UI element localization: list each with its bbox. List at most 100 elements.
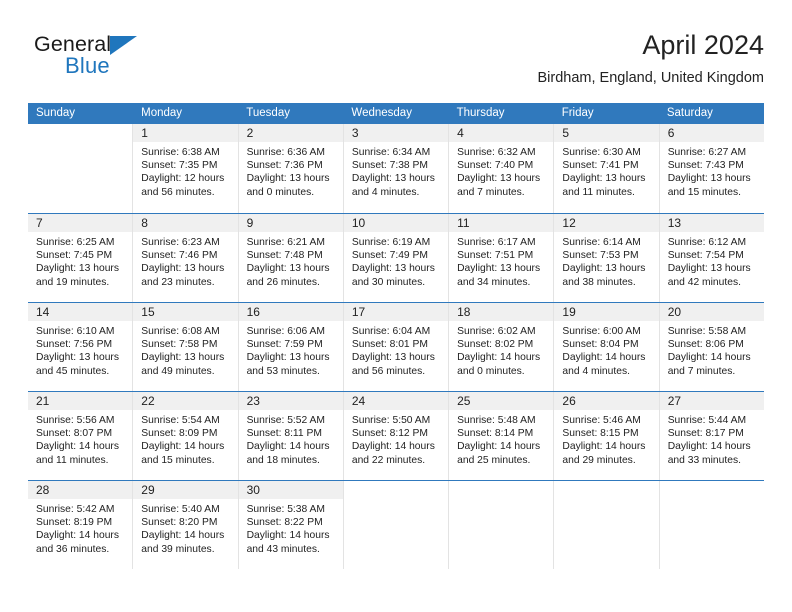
day-detail-line: Sunset: 8:11 PM (246, 428, 322, 440)
day-cell[interactable]: 7 Sunrise: 6:25 AM Sunset: 7:45 PM Daylight… (28, 214, 134, 302)
day-cell[interactable]: 20 Sunrise: 5:58 AM Sunset: 8:06 PM Dayligh… (659, 303, 764, 391)
day-detail-line: Sunrise: 5:56 AM (36, 415, 115, 426)
day-cell[interactable]: 30 Sunrise: 5:38 AM Sunset: 8:22 PM Dayligh… (238, 481, 344, 569)
weekday-header-wednesday: Wednesday (351, 107, 412, 119)
day-details: Sunrise: 6:21 AM Sunset: 7:48 PM Daylight:… (239, 232, 343, 289)
day-cell[interactable]: 12 Sunrise: 6:14 AM Sunset: 7:53 PM Dayligh… (554, 214, 660, 302)
day-cell[interactable]: 2 Sunrise: 6:36 AM Sunset: 7:36 PM Daylight… (238, 124, 344, 213)
day-detail-line: Daylight: 13 hours (457, 173, 541, 185)
day-cell[interactable]: 10 Sunrise: 6:19 AM Sunset: 7:49 PM Dayligh… (343, 214, 450, 302)
day-cell[interactable]: 29 Sunrise: 5:40 AM Sunset: 8:20 PM Dayligh… (133, 481, 239, 569)
day-cell[interactable]: 25 Sunrise: 5:48 AM Sunset: 8:14 PM Dayligh… (449, 392, 555, 480)
day-number-band (28, 124, 133, 142)
day-number: 2 (246, 126, 254, 140)
day-detail-line: Daylight: 13 hours (246, 352, 330, 364)
day-detail-line: Sunset: 8:09 PM (141, 428, 218, 440)
day-detail-line: Sunset: 8:04 PM (562, 339, 639, 351)
day-cell[interactable]: 14 Sunrise: 6:10 AM Sunset: 7:56 PM Dayligh… (28, 303, 134, 391)
week-row: 1 Sunrise: 6:38 AM Sunset: 7:35 PM Daylight… (28, 124, 764, 213)
day-details: Sunrise: 5:40 AM Sunset: 8:20 PM Daylight:… (133, 499, 237, 556)
calendar-page: General Blue April 2024 Birdham, England… (0, 0, 792, 612)
day-detail-line: Sunset: 7:54 PM (667, 250, 744, 262)
day-detail-line: Sunrise: 5:44 AM (667, 415, 747, 426)
day-cell[interactable]: 11 Sunrise: 6:17 AM Sunset: 7:51 PM Dayligh… (449, 214, 555, 302)
day-detail-line: Daylight: 14 hours (562, 441, 646, 453)
day-number: 4 (457, 126, 464, 140)
day-cell[interactable]: 6 Sunrise: 6:27 AM Sunset: 7:43 PM Daylight… (659, 124, 764, 213)
day-number-band (343, 481, 449, 499)
day-number: 14 (36, 305, 50, 319)
day-detail-line: Daylight: 14 hours (562, 352, 646, 364)
day-detail-line: Sunrise: 5:50 AM (351, 415, 431, 426)
day-detail-line: Daylight: 13 hours (141, 263, 225, 275)
day-cell[interactable]: 1 Sunrise: 6:38 AM Sunset: 7:35 PM Daylight… (133, 124, 239, 213)
logo-text-blue: Blue (65, 53, 110, 78)
day-details: Sunrise: 6:14 AM Sunset: 7:53 PM Daylight:… (554, 232, 658, 289)
day-detail-line: Sunrise: 6:17 AM (457, 237, 536, 248)
day-detail-line: Daylight: 14 hours (36, 530, 119, 542)
day-cell[interactable]: 8 Sunrise: 6:23 AM Sunset: 7:46 PM Daylight… (133, 214, 239, 302)
day-detail-line: and 4 minutes. (351, 186, 420, 198)
day-details: Sunrise: 6:30 AM Sunset: 7:41 PM Daylight:… (554, 142, 658, 199)
day-details: Sunrise: 6:02 AM Sunset: 8:02 PM Daylight:… (449, 321, 553, 378)
day-cell[interactable]: 19 Sunrise: 6:00 AM Sunset: 8:04 PM Dayligh… (554, 303, 660, 391)
day-number: 3 (351, 126, 359, 140)
day-cell[interactable]: 18 Sunrise: 6:02 AM Sunset: 8:02 PM Dayligh… (449, 303, 555, 391)
day-details: Sunrise: 5:46 AM Sunset: 8:15 PM Daylight:… (554, 410, 658, 467)
day-cell[interactable]: 28 Sunrise: 5:42 AM Sunset: 8:19 PM Dayligh… (28, 481, 134, 569)
day-details: Sunrise: 6:32 AM Sunset: 7:40 PM Daylight:… (449, 142, 553, 199)
day-detail-line: Sunrise: 6:10 AM (36, 326, 115, 337)
day-detail-line: and 15 minutes. (667, 186, 741, 198)
day-detail-line: and 56 minutes. (141, 186, 215, 198)
day-cell[interactable]: 3 Sunrise: 6:34 AM Sunset: 7:38 PM Daylight… (343, 124, 450, 213)
day-detail-line: Daylight: 13 hours (667, 263, 751, 275)
day-cell[interactable]: 17 Sunrise: 6:04 AM Sunset: 8:01 PM Dayligh… (343, 303, 450, 391)
day-number-band: 30 (238, 481, 343, 499)
day-cell[interactable]: 16 Sunrise: 6:06 AM Sunset: 7:59 PM Dayligh… (238, 303, 344, 391)
day-number: 25 (457, 394, 471, 408)
day-number: 20 (667, 305, 682, 319)
day-detail-line: and 56 minutes. (351, 365, 426, 377)
day-cell[interactable]: 21 Sunrise: 5:56 AM Sunset: 8:07 PM Dayligh… (28, 392, 134, 480)
day-cell[interactable]: 5 Sunrise: 6:30 AM Sunset: 7:41 PM Daylight… (554, 124, 660, 213)
day-number: 17 (351, 305, 366, 319)
day-detail-line: Sunset: 8:02 PM (457, 339, 534, 351)
day-detail-line: Sunset: 7:59 PM (246, 339, 323, 351)
day-cell[interactable]: 4 Sunrise: 6:32 AM Sunset: 7:40 PM Daylight… (449, 124, 555, 213)
day-number: 24 (351, 394, 366, 408)
day-detail-line: Sunrise: 5:40 AM (141, 504, 220, 515)
calendar-grid: Sunday Monday Tuesday Wednesday Thursday Frid… (28, 103, 764, 569)
day-number: 11 (457, 216, 470, 230)
day-cell-empty (449, 481, 555, 569)
day-detail-line: and 39 minutes. (141, 543, 215, 555)
day-cell[interactable]: 13 Sunrise: 6:12 AM Sunset: 7:54 PM Dayligh… (659, 214, 764, 302)
general-blue-logo[interactable]: General Blue (34, 32, 234, 88)
day-details: Sunrise: 6:25 AM Sunset: 7:45 PM Daylight:… (28, 232, 132, 289)
day-details (344, 499, 448, 503)
day-cell[interactable]: 27 Sunrise: 5:44 AM Sunset: 8:17 PM Dayligh… (659, 392, 764, 480)
day-cell[interactable]: 22 Sunrise: 5:54 AM Sunset: 8:09 PM Dayligh… (133, 392, 239, 480)
day-detail-line: and 33 minutes. (667, 454, 741, 466)
day-cell[interactable]: 23 Sunrise: 5:52 AM Sunset: 8:11 PM Dayligh… (238, 392, 344, 480)
day-detail-line: Sunset: 8:06 PM (667, 339, 744, 351)
day-number: 10 (351, 216, 366, 230)
day-detail-line: Sunrise: 6:25 AM (36, 237, 115, 248)
day-details: Sunrise: 6:12 AM Sunset: 7:54 PM Daylight:… (660, 232, 764, 289)
day-detail-line: and 22 minutes. (351, 454, 426, 466)
day-detail-line: Sunrise: 5:48 AM (457, 415, 536, 426)
day-cell[interactable]: 9 Sunrise: 6:21 AM Sunset: 7:48 PM Daylight… (238, 214, 344, 302)
page-subtitle: Birdham, England, United Kingdom (537, 70, 765, 86)
day-detail-line: and 45 minutes. (36, 365, 110, 377)
day-cell[interactable]: 24 Sunrise: 5:50 AM Sunset: 8:12 PM Dayligh… (343, 392, 450, 480)
day-cell[interactable]: 26 Sunrise: 5:46 AM Sunset: 8:15 PM Dayligh… (554, 392, 660, 480)
day-number-band: 15 (133, 303, 238, 321)
week-row: 7 Sunrise: 6:25 AM Sunset: 7:45 PM Daylight… (28, 213, 764, 302)
day-cell[interactable]: 15 Sunrise: 6:08 AM Sunset: 7:58 PM Dayligh… (133, 303, 239, 391)
day-details: Sunrise: 5:38 AM Sunset: 8:22 PM Daylight:… (239, 499, 343, 556)
weekday-header-monday: Monday (141, 107, 183, 119)
day-number-band: 29 (133, 481, 238, 499)
day-number-band: 1 (133, 124, 238, 142)
day-detail-line: Sunrise: 6:04 AM (351, 326, 431, 337)
day-number: 5 (562, 126, 570, 140)
day-number-band: 28 (28, 481, 133, 499)
